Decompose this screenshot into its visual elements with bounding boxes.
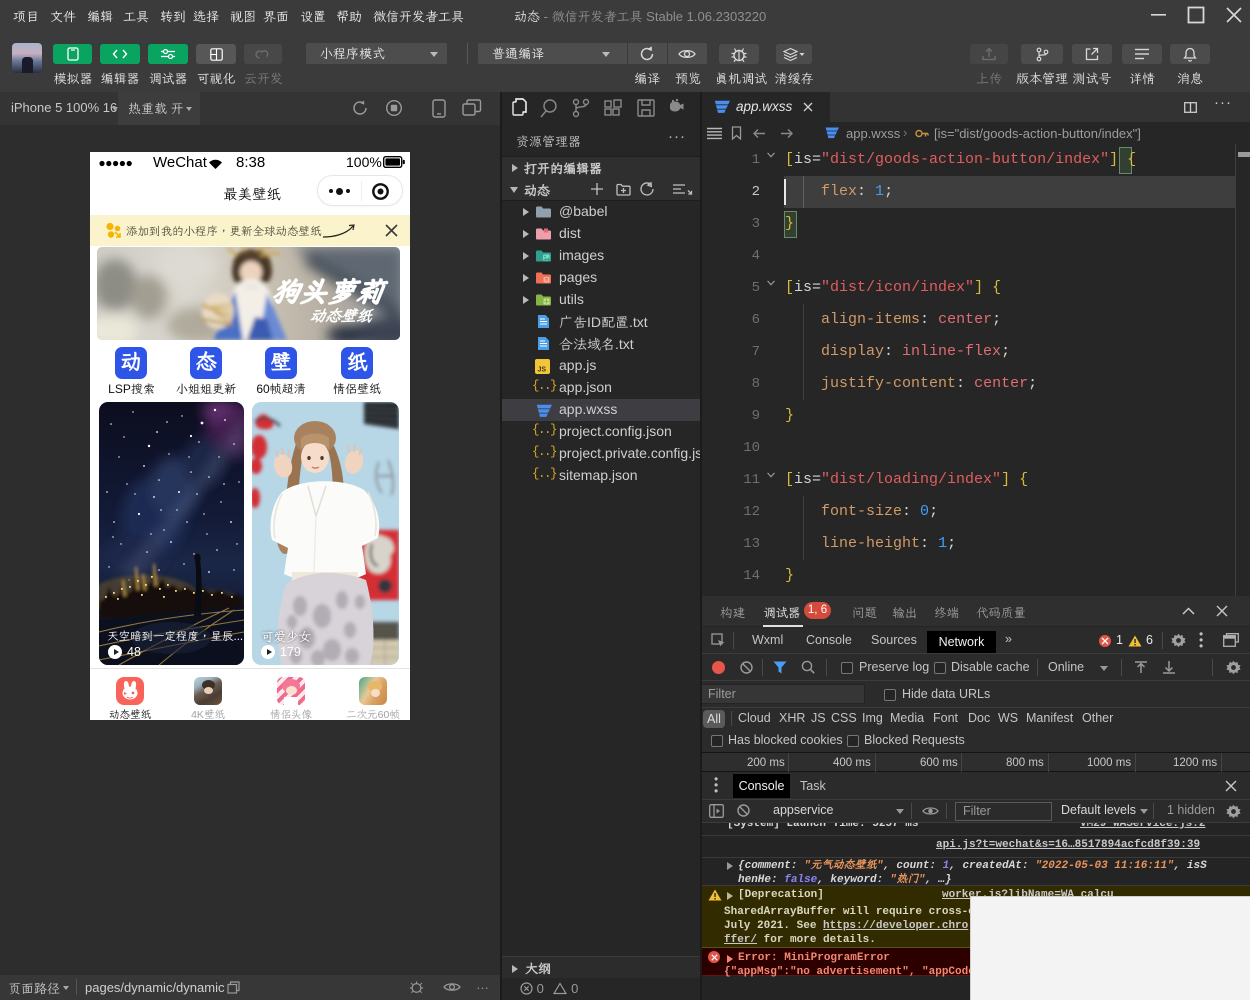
svg-text:狗头萝莉: 狗头萝莉: [271, 276, 390, 307]
svg-text:动态壁纸: 动态壁纸: [309, 307, 375, 325]
svg-text:JS: JS: [537, 367, 546, 374]
